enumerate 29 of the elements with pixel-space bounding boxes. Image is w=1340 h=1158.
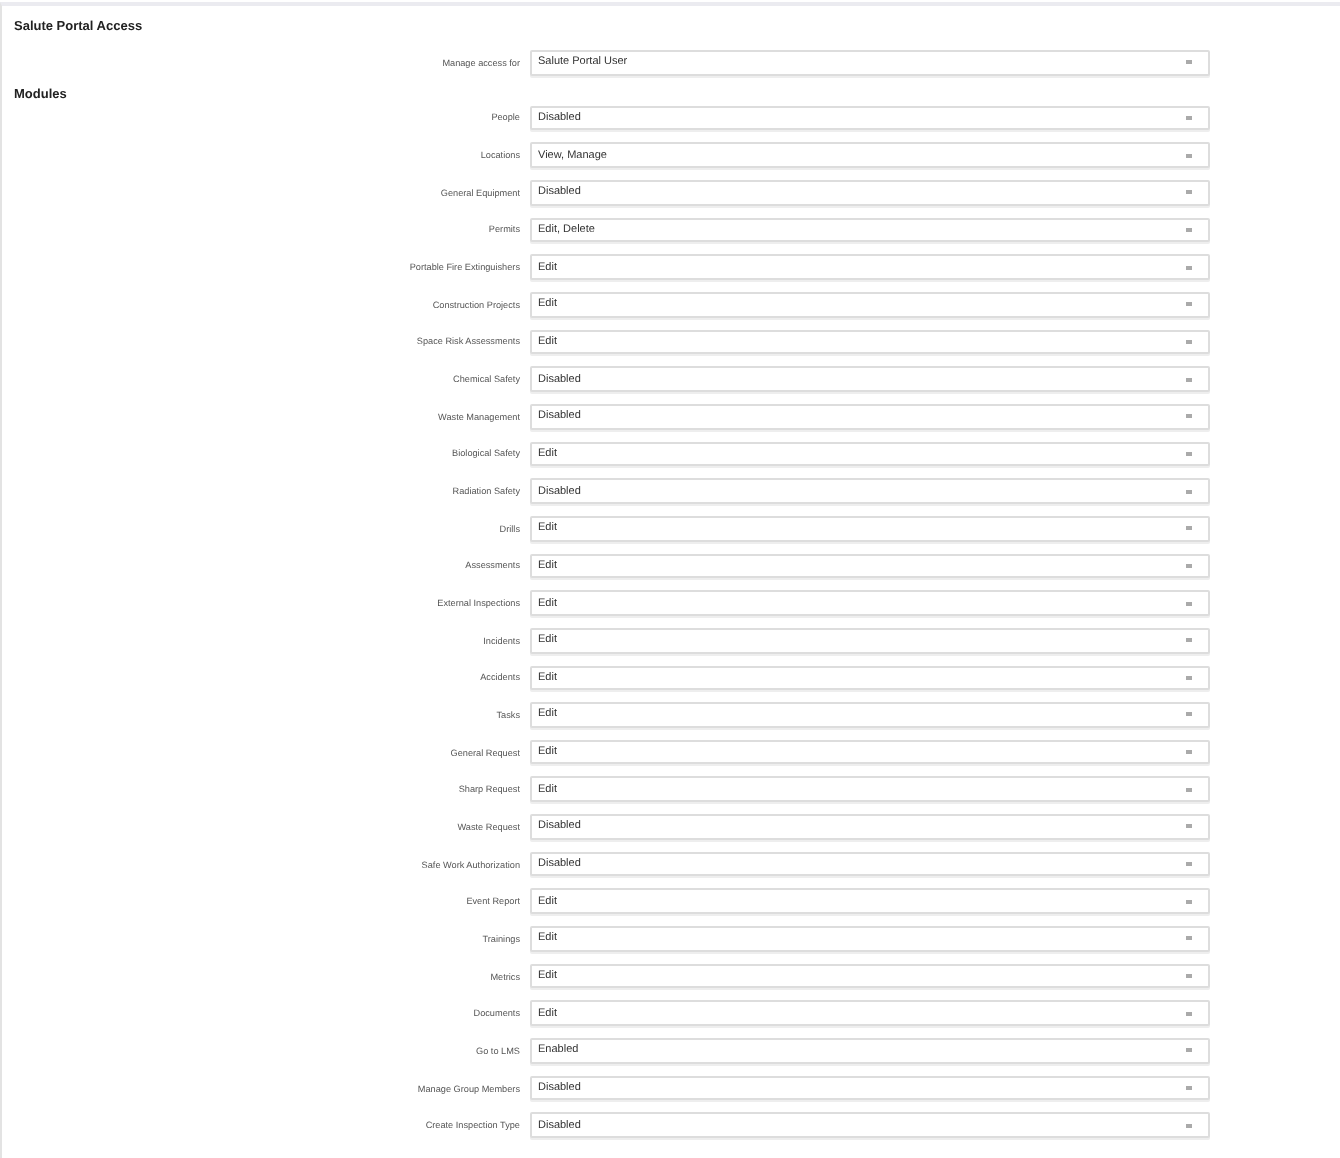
caret-icon [1186,750,1192,755]
caret-icon [1186,675,1192,680]
caret-icon [1186,1123,1192,1128]
caret-icon [1186,302,1192,307]
caret-icon [1186,153,1192,158]
caret-icon [1186,899,1192,904]
caret-icon [1186,974,1192,979]
caret-icon [1186,787,1192,792]
caret-icon [1186,414,1192,419]
caret-icon [1186,862,1192,867]
caret-icon [1186,115,1192,120]
caret-icon [1186,227,1192,232]
caret-icon [1186,265,1192,270]
caret-icon [1186,339,1192,344]
caret-icon [1186,824,1192,829]
caret-icon [1186,1011,1192,1016]
caret-icon [1186,936,1192,941]
caret-icon [1186,1086,1192,1091]
caret-icon [1186,190,1192,195]
caret-icon [1186,451,1192,456]
caret-icon [1186,60,1192,65]
caret-icon [1186,377,1192,382]
caret-icon [1186,712,1192,717]
caret-icon [1186,1048,1192,1053]
caret-icon [1186,638,1192,643]
caret-icon [1186,489,1192,494]
caret-icon [1186,526,1192,531]
caret-icon [1186,563,1192,568]
caret-icon [1186,601,1192,606]
